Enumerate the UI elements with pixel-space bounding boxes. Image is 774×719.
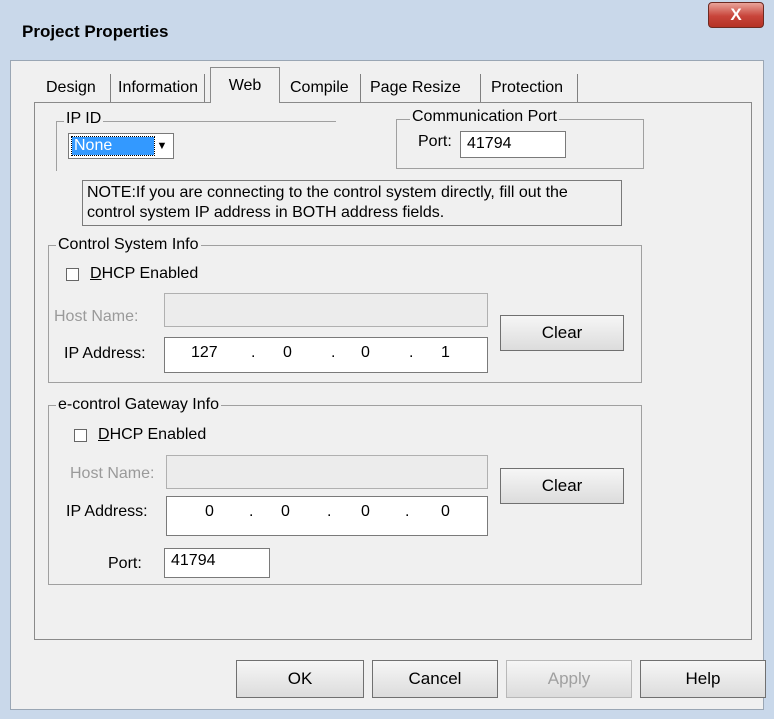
cs-ip-dot: .	[251, 344, 256, 361]
comm-port-input[interactable]: 41794	[460, 131, 566, 158]
tab-label: Protection	[491, 79, 564, 96]
note-text: NOTE:If you are connecting to the contro…	[82, 180, 622, 226]
gw-dhcp-text: HCP Enabled	[109, 426, 207, 443]
cs-ip-label: IP Address:	[64, 345, 146, 362]
gw-ip-label: IP Address:	[66, 503, 148, 520]
window-title: Project Properties	[22, 22, 169, 41]
chevron-down-icon[interactable]: ▼	[153, 136, 171, 156]
cs-ip-dot: .	[331, 344, 336, 361]
gw-port-input[interactable]: 41794	[164, 548, 270, 578]
ipid-legend: IP ID	[64, 110, 104, 128]
gateway-legend: e-control Gateway Info	[56, 396, 221, 414]
tab-compile[interactable]: Compile	[290, 74, 361, 102]
tab-information[interactable]: Information	[118, 74, 205, 102]
cs-dhcp-checkbox[interactable]	[66, 268, 79, 281]
tab-label: Information	[118, 79, 199, 96]
gw-host-label: Host Name:	[70, 465, 155, 482]
gw-ip-octet-2: 0	[281, 503, 290, 520]
gw-dhcp-label[interactable]: DHCP Enabled	[98, 426, 206, 444]
cs-ip-octet-1: 127	[191, 344, 218, 361]
gw-ip-dot: .	[249, 503, 254, 520]
close-button[interactable]: X	[708, 2, 764, 28]
cs-ip-input[interactable]: 127 . 0 . 0 . 1	[164, 337, 488, 373]
tab-label: Page Resize	[370, 79, 461, 96]
tab-label: Web	[228, 76, 262, 94]
cs-ip-octet-3: 0	[361, 344, 370, 361]
cs-dhcp-text: HCP Enabled	[101, 265, 199, 282]
gw-dhcp-mnemonic: D	[98, 426, 110, 443]
gw-clear-button[interactable]: Clear	[500, 468, 624, 504]
ok-button[interactable]: OK	[236, 660, 364, 698]
gw-ip-dot: .	[327, 503, 332, 520]
tab-label: Design	[46, 79, 96, 96]
cs-clear-button[interactable]: Clear	[500, 315, 624, 351]
cs-host-label: Host Name:	[54, 308, 139, 325]
ipid-dropdown[interactable]: None ▼	[68, 133, 174, 159]
comm-port-label: Port:	[418, 133, 452, 150]
cancel-button[interactable]: Cancel	[372, 660, 498, 698]
gw-ip-octet-4: 0	[441, 503, 450, 520]
apply-button[interactable]: Apply	[506, 660, 632, 698]
cs-host-input[interactable]	[164, 293, 488, 327]
cs-ip-dot: .	[409, 344, 414, 361]
tab-protection[interactable]: Protection	[491, 74, 578, 102]
project-properties-dialog: Project Properties X Design Information …	[0, 0, 774, 719]
cs-dhcp-label[interactable]: DHCP Enabled	[90, 265, 198, 283]
gw-ip-octet-1: 0	[205, 503, 214, 520]
gw-ip-input[interactable]: 0 . 0 . 0 . 0	[166, 496, 488, 536]
gw-host-input[interactable]	[166, 455, 488, 489]
cs-ip-octet-4: 1	[441, 344, 450, 361]
cs-ip-octet-2: 0	[283, 344, 292, 361]
help-button[interactable]: Help	[640, 660, 766, 698]
tab-label: Compile	[290, 79, 349, 96]
ipid-selected-value: None	[71, 136, 155, 156]
gw-ip-dot: .	[405, 503, 410, 520]
close-icon: X	[730, 5, 742, 24]
gw-dhcp-checkbox[interactable]	[74, 429, 87, 442]
tab-page-resize[interactable]: Page Resize	[370, 74, 481, 102]
tab-web[interactable]: Web	[210, 67, 280, 103]
control-system-legend: Control System Info	[56, 236, 201, 254]
tab-design[interactable]: Design	[46, 74, 111, 102]
comm-port-legend: Communication Port	[410, 108, 559, 126]
cs-dhcp-mnemonic: D	[90, 265, 102, 282]
gw-port-label: Port:	[108, 555, 142, 572]
gw-ip-octet-3: 0	[361, 503, 370, 520]
